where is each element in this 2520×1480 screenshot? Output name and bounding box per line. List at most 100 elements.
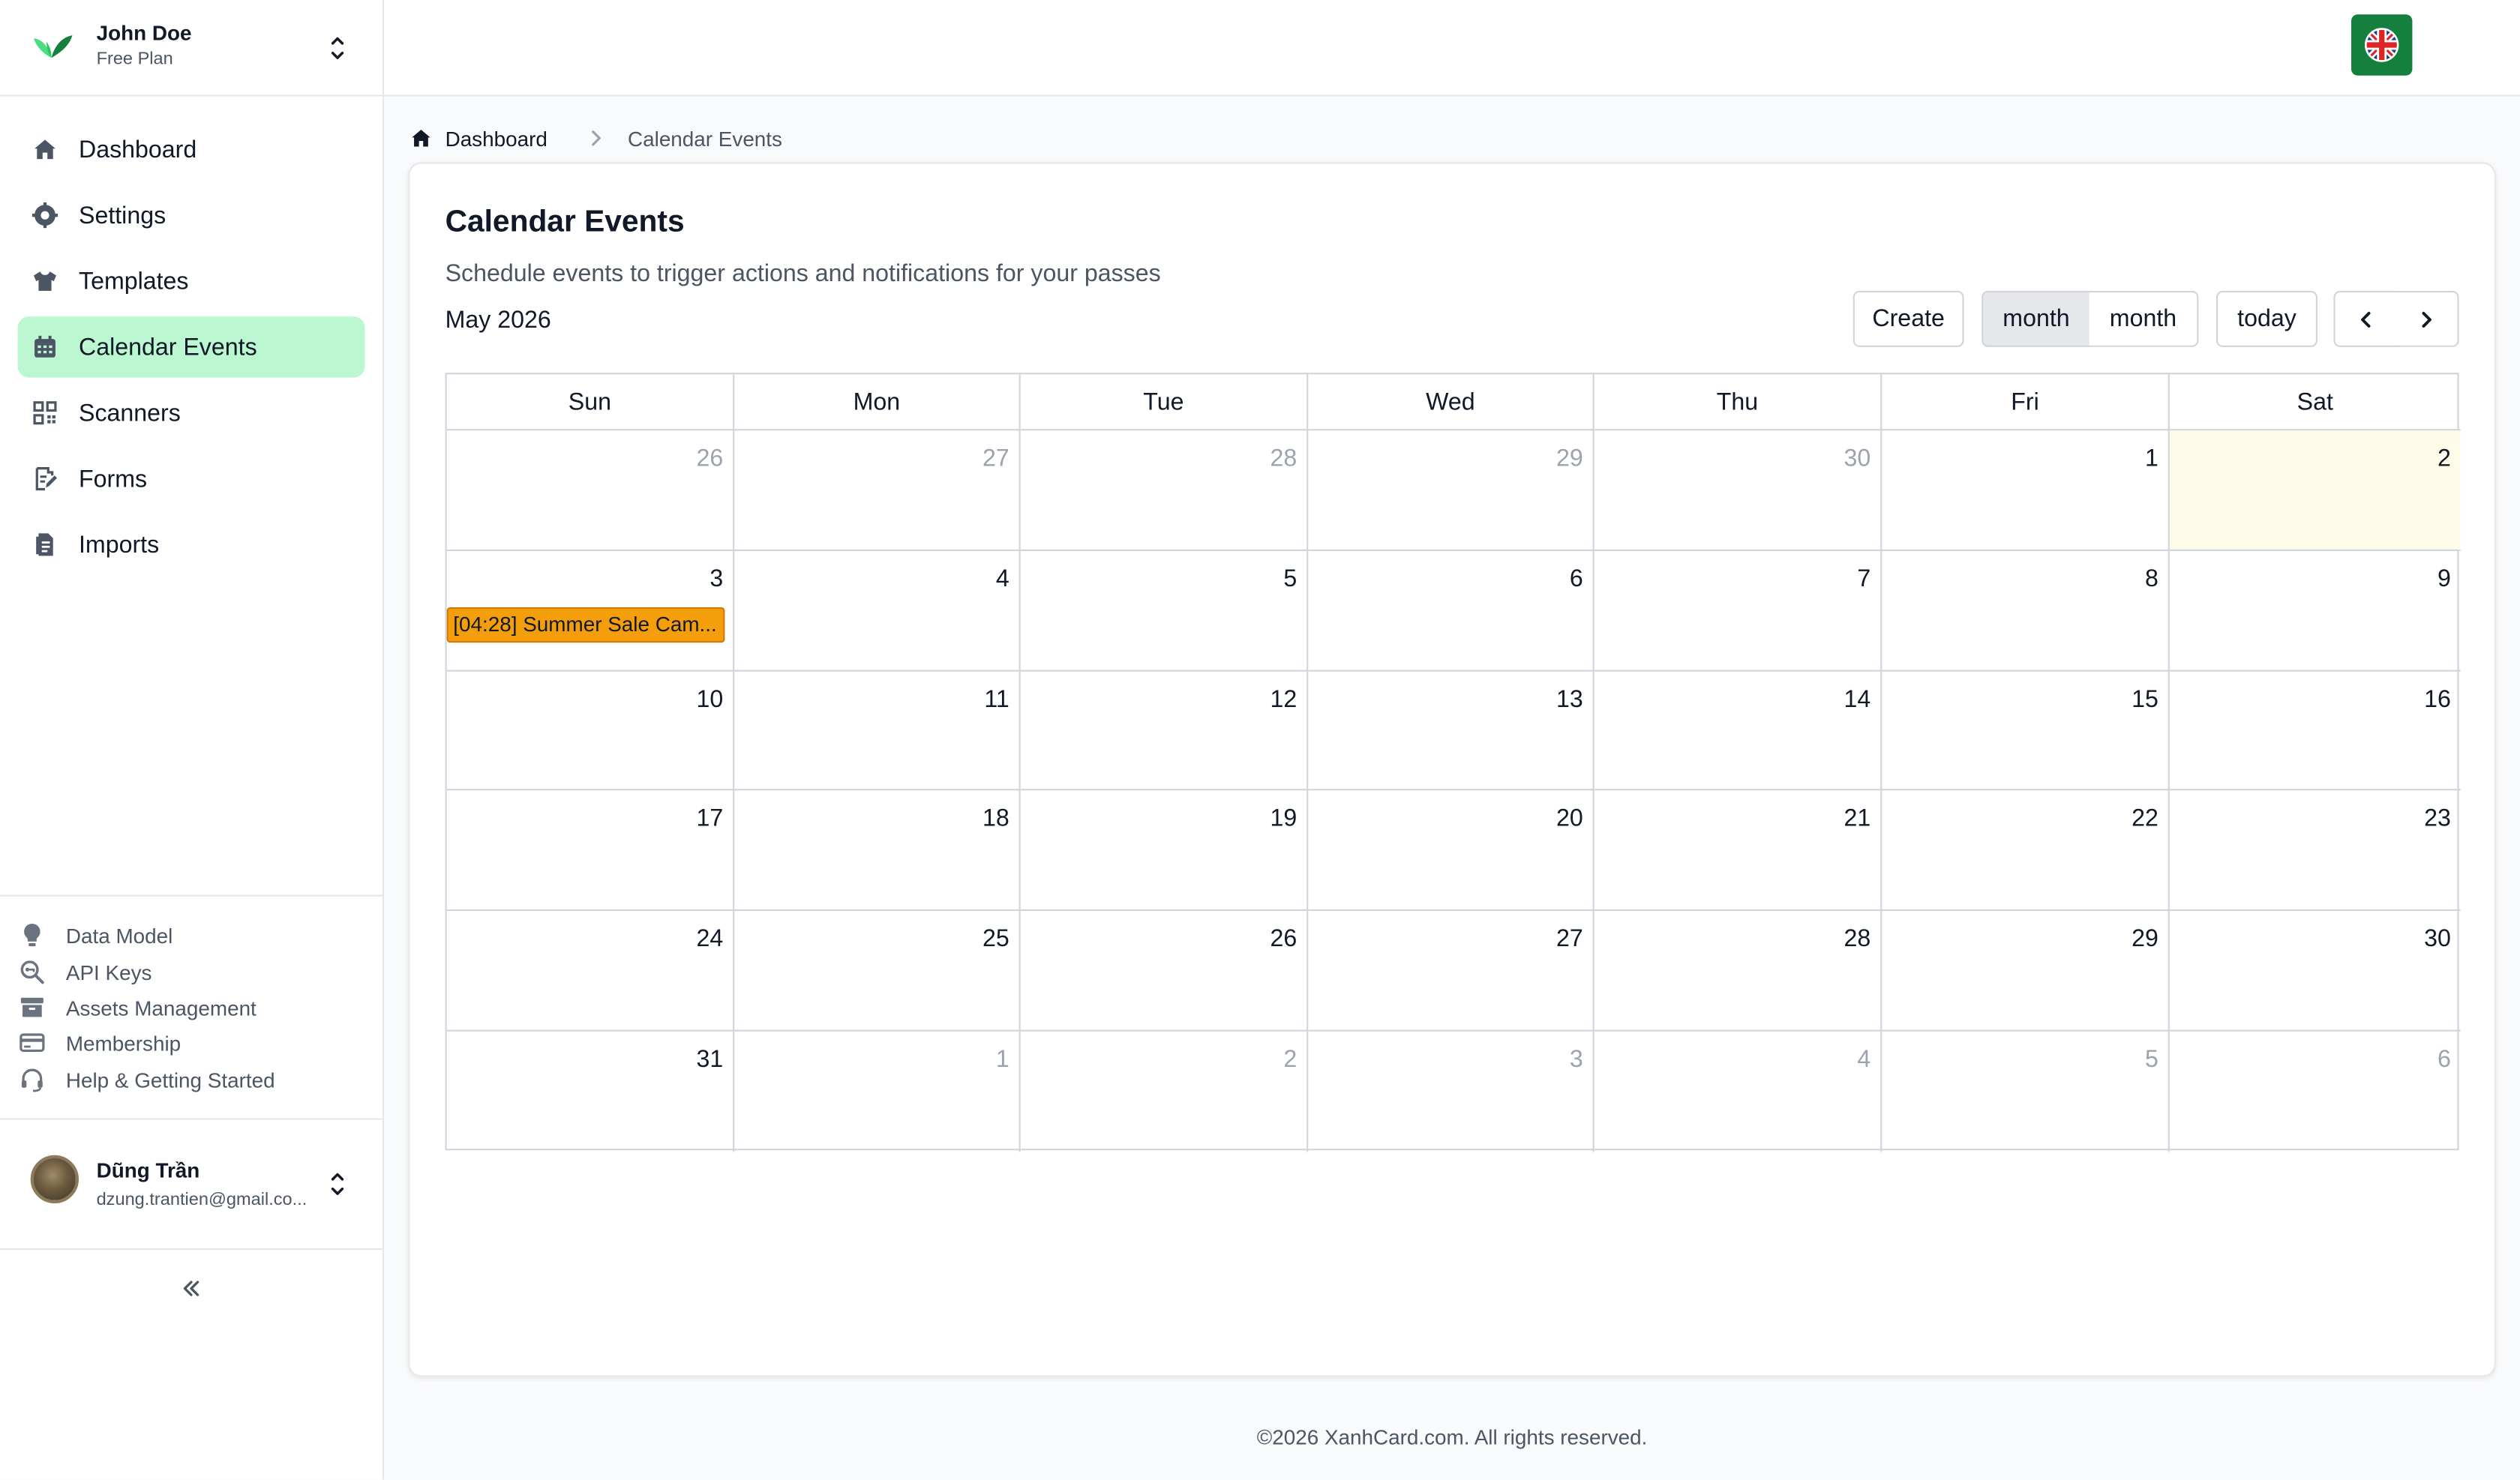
day-cell[interactable]: 10 <box>446 670 735 792</box>
day-cell[interactable]: 9 <box>2169 551 2461 671</box>
day-number[interactable]: 30 <box>1844 445 1871 472</box>
day-cell[interactable]: 12 <box>1020 670 1309 792</box>
day-number[interactable]: 27 <box>1556 926 1583 953</box>
day-number[interactable]: 10 <box>697 685 724 712</box>
day-cell[interactable]: 11 <box>734 670 1021 792</box>
day-cell[interactable]: 26 <box>446 430 735 551</box>
day-number[interactable]: 7 <box>1857 565 1870 592</box>
prev-month-button[interactable] <box>2333 290 2398 347</box>
day-cell[interactable]: 26 <box>1020 911 1309 1032</box>
sidebar-item-imports[interactable]: Imports <box>18 514 365 575</box>
day-cell[interactable]: 19 <box>1020 791 1309 912</box>
day-number[interactable]: 24 <box>697 926 724 953</box>
day-cell[interactable]: 7 <box>1594 550 1882 671</box>
day-cell[interactable]: 27 <box>1308 911 1594 1032</box>
day-cell[interactable]: 29 <box>1308 430 1594 551</box>
day-number[interactable]: 5 <box>2145 1046 2158 1073</box>
day-cell[interactable]: 5 <box>1020 550 1309 671</box>
day-cell[interactable]: 6 <box>1308 550 1594 671</box>
day-cell[interactable]: 5 <box>1882 1031 2170 1152</box>
day-number[interactable]: 3 <box>1570 1046 1583 1073</box>
day-number[interactable]: 1 <box>996 1046 1010 1073</box>
day-number[interactable]: 6 <box>1570 565 1583 592</box>
today-button[interactable]: today <box>2216 290 2318 347</box>
day-cell[interactable]: 17 <box>446 791 735 912</box>
day-cell[interactable]: 14 <box>1594 670 1882 792</box>
day-cell[interactable]: 31 <box>447 1031 735 1152</box>
day-number[interactable]: 12 <box>1270 685 1298 712</box>
day-cell[interactable]: 20 <box>1308 791 1594 912</box>
user-switcher[interactable]: Dũng Trần dzung.trantien@gmail.co... <box>0 1120 382 1251</box>
day-number[interactable]: 14 <box>1844 685 1871 712</box>
day-cell[interactable]: 24 <box>446 911 735 1032</box>
breadcrumb-home-link[interactable]: Dashboard <box>446 126 548 150</box>
day-cell[interactable]: 21 <box>1594 791 1882 912</box>
day-number[interactable]: 5 <box>1283 565 1297 592</box>
day-cell[interactable]: 4 <box>734 550 1021 671</box>
day-number[interactable]: 25 <box>982 926 1010 953</box>
sidebar-item-settings[interactable]: Settings <box>18 184 365 245</box>
sidebar-item-api-keys[interactable]: API Keys <box>18 956 152 988</box>
day-cell[interactable]: 30 <box>2169 911 2461 1032</box>
day-number[interactable]: 3 <box>710 565 723 592</box>
day-number[interactable]: 23 <box>2424 805 2451 832</box>
chevron-up-down-icon[interactable] <box>328 1170 347 1199</box>
day-cell[interactable]: 22 <box>1882 791 2170 912</box>
day-cell[interactable]: 3 <box>1308 1031 1594 1152</box>
day-number[interactable]: 28 <box>1270 445 1298 472</box>
day-cell[interactable]: 3 [04:28] Summer Sale Cam... <box>446 550 735 671</box>
day-cell[interactable]: 23 <box>2169 791 2461 912</box>
day-number[interactable]: 17 <box>697 805 724 832</box>
sidebar-item-help[interactable]: Help & Getting Started <box>18 1064 275 1096</box>
day-cell[interactable]: 1 <box>1882 430 2170 551</box>
day-number[interactable]: 26 <box>697 445 724 472</box>
day-number[interactable]: 30 <box>2424 926 2451 953</box>
day-cell[interactable]: 28 <box>1020 430 1309 551</box>
day-number[interactable]: 1 <box>2145 445 2158 472</box>
day-number[interactable]: 2 <box>2438 445 2451 472</box>
chevron-up-down-icon[interactable] <box>328 34 347 63</box>
day-number[interactable]: 9 <box>2438 565 2451 592</box>
day-number[interactable]: 15 <box>2132 685 2158 712</box>
day-number[interactable]: 19 <box>1270 805 1298 832</box>
day-number[interactable]: 26 <box>1270 926 1298 953</box>
day-number[interactable]: 11 <box>984 685 1009 712</box>
create-button[interactable]: Create <box>1852 290 1964 347</box>
day-number[interactable]: 2 <box>1283 1046 1297 1073</box>
day-cell[interactable]: 29 <box>1882 911 2170 1032</box>
month-view-button-secondary[interactable]: month <box>2089 290 2199 347</box>
day-cell[interactable]: 18 <box>734 791 1021 912</box>
sidebar-item-forms[interactable]: Forms <box>18 448 365 509</box>
day-cell[interactable]: 8 <box>1882 550 2170 671</box>
day-cell[interactable]: 16 <box>2169 671 2461 792</box>
day-cell[interactable]: 1 <box>734 1031 1021 1152</box>
day-cell[interactable]: 28 <box>1594 911 1882 1032</box>
day-cell[interactable]: 2 <box>1021 1031 1309 1152</box>
day-cell[interactable]: 15 <box>1882 670 2170 792</box>
account-switcher[interactable]: John Doe Free Plan <box>0 0 382 97</box>
sidebar-item-membership[interactable]: Membership <box>18 1026 181 1059</box>
day-cell[interactable]: 6 <box>2170 1032 2461 1152</box>
next-month-button[interactable] <box>2396 290 2459 347</box>
day-number[interactable]: 27 <box>982 445 1010 472</box>
sidebar-item-assets-management[interactable]: Assets Management <box>18 991 256 1023</box>
day-number[interactable]: 13 <box>1556 685 1583 712</box>
day-number[interactable]: 31 <box>697 1046 724 1073</box>
day-number[interactable]: 18 <box>982 805 1010 832</box>
collapse-sidebar-icon[interactable] <box>178 1275 204 1301</box>
language-switcher[interactable] <box>2351 14 2413 76</box>
day-number[interactable]: 22 <box>2132 805 2158 832</box>
sidebar-item-templates[interactable]: Templates <box>18 250 365 311</box>
day-cell[interactable]: 30 <box>1594 430 1882 551</box>
sidebar-item-scanners[interactable]: Scanners <box>18 382 365 443</box>
day-cell[interactable]: 13 <box>1308 670 1594 792</box>
day-cell[interactable]: 4 <box>1594 1031 1882 1152</box>
sidebar-item-calendar-events[interactable]: Calendar Events <box>17 316 365 378</box>
day-number[interactable]: 21 <box>1844 805 1871 832</box>
day-cell[interactable]: 25 <box>734 911 1021 1032</box>
day-cell-today[interactable]: 2 <box>2169 430 2461 551</box>
calendar-event[interactable]: [04:28] Summer Sale Cam... <box>446 607 725 643</box>
sidebar-item-dashboard[interactable]: Dashboard <box>18 119 365 180</box>
day-number[interactable]: 16 <box>2424 685 2451 712</box>
day-number[interactable]: 28 <box>1844 926 1871 953</box>
